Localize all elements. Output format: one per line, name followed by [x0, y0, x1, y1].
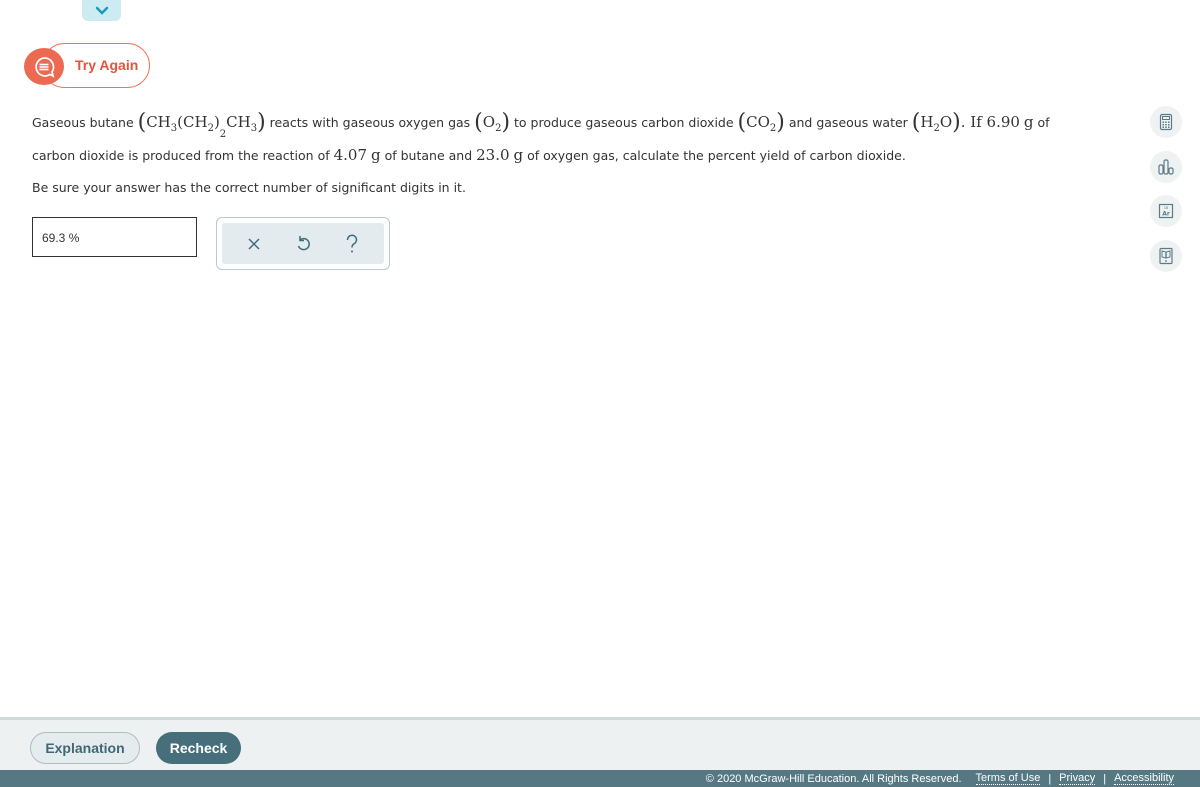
collapse-toggle-button[interactable]	[82, 0, 121, 21]
periodic-table-icon: 18Ar	[1158, 203, 1174, 219]
paren-open: (	[137, 110, 147, 135]
question-text: and gaseous water	[784, 115, 912, 130]
butane-mass: 4.07	[333, 146, 368, 164]
question-text: carbon dioxide is produced from the reac…	[32, 148, 334, 163]
data-chart-button[interactable]	[1150, 151, 1182, 183]
question-text: Gaseous butane	[32, 115, 138, 130]
paren-close: )	[257, 110, 266, 135]
paren-open: (	[737, 110, 747, 135]
oxygen-mass: 23.0	[476, 146, 510, 164]
terms-of-use-link[interactable]: Terms of Use	[975, 772, 1041, 785]
clear-button[interactable]	[242, 232, 266, 256]
question-text: reacts with gaseous oxygen gas	[265, 115, 475, 130]
unit-g: g	[513, 146, 524, 164]
chevron-down-icon	[95, 6, 108, 15]
close-icon	[248, 237, 260, 250]
try-again-button[interactable]: Try Again	[24, 43, 150, 88]
question-text: . If	[960, 113, 987, 131]
question-line-1: Gaseous butane (CH3(CH2)2CH3) reacts wit…	[32, 108, 1050, 140]
reference-button[interactable]	[1150, 240, 1182, 272]
speech-bubble-icon	[35, 56, 55, 78]
paren-close: )	[776, 110, 785, 135]
butane-formula: CH3(CH2)2CH3	[146, 113, 258, 140]
undo-button[interactable]	[291, 232, 315, 256]
privacy-link[interactable]: Privacy	[1059, 772, 1096, 785]
question-text: to produce gaseous carbon dioxide	[510, 115, 738, 130]
svg-text:Ar: Ar	[1162, 211, 1170, 218]
bottom-action-bar: Explanation Recheck	[0, 717, 1200, 770]
paren-close: )	[501, 110, 511, 135]
footer: © 2020 McGraw-Hill Education. All Rights…	[0, 770, 1200, 787]
recheck-button[interactable]: Recheck	[156, 732, 241, 764]
toolbox-inner	[222, 223, 384, 264]
paren-open: (	[911, 110, 921, 135]
calculator-button[interactable]	[1150, 106, 1182, 138]
answer-toolbox	[216, 217, 390, 270]
accessibility-link[interactable]: Accessibility	[1114, 772, 1174, 785]
reference-book-icon	[1159, 247, 1173, 265]
question-text: of oxygen gas, calculate the percent yie…	[523, 148, 906, 163]
explanation-button[interactable]: Explanation	[30, 732, 140, 764]
co2-formula: CO2	[746, 113, 777, 134]
question-instruction: Be sure your answer has the correct numb…	[32, 180, 466, 195]
unit-g: g	[371, 146, 381, 164]
data-chart-icon	[1158, 159, 1174, 175]
periodic-table-button[interactable]: 18 Ar	[1150, 195, 1182, 227]
oxygen-formula: O2	[482, 113, 502, 134]
question-text: of	[1033, 115, 1050, 130]
help-icon	[346, 234, 357, 252]
water-formula: H2O	[920, 113, 953, 134]
question-line-2: carbon dioxide is produced from the reac…	[32, 146, 906, 164]
answer-input[interactable]: 69.3 %	[32, 217, 197, 257]
footer-separator: |	[1103, 772, 1107, 785]
help-button[interactable]	[340, 232, 364, 256]
calculator-icon	[1159, 113, 1173, 131]
try-again-label: Try Again	[75, 57, 139, 73]
unit-g: g	[1023, 113, 1034, 131]
try-again-badge	[24, 48, 64, 85]
footer-separator: |	[1048, 772, 1052, 785]
question-text: of butane and	[380, 148, 477, 163]
copyright-text: © 2020 McGraw-Hill Education. All Rights…	[705, 772, 962, 785]
undo-icon	[297, 235, 310, 250]
svg-text:18: 18	[1164, 206, 1168, 210]
paren-open: (	[474, 110, 483, 135]
co2-mass: 6.90	[986, 113, 1020, 131]
paren-close: )	[952, 110, 961, 135]
